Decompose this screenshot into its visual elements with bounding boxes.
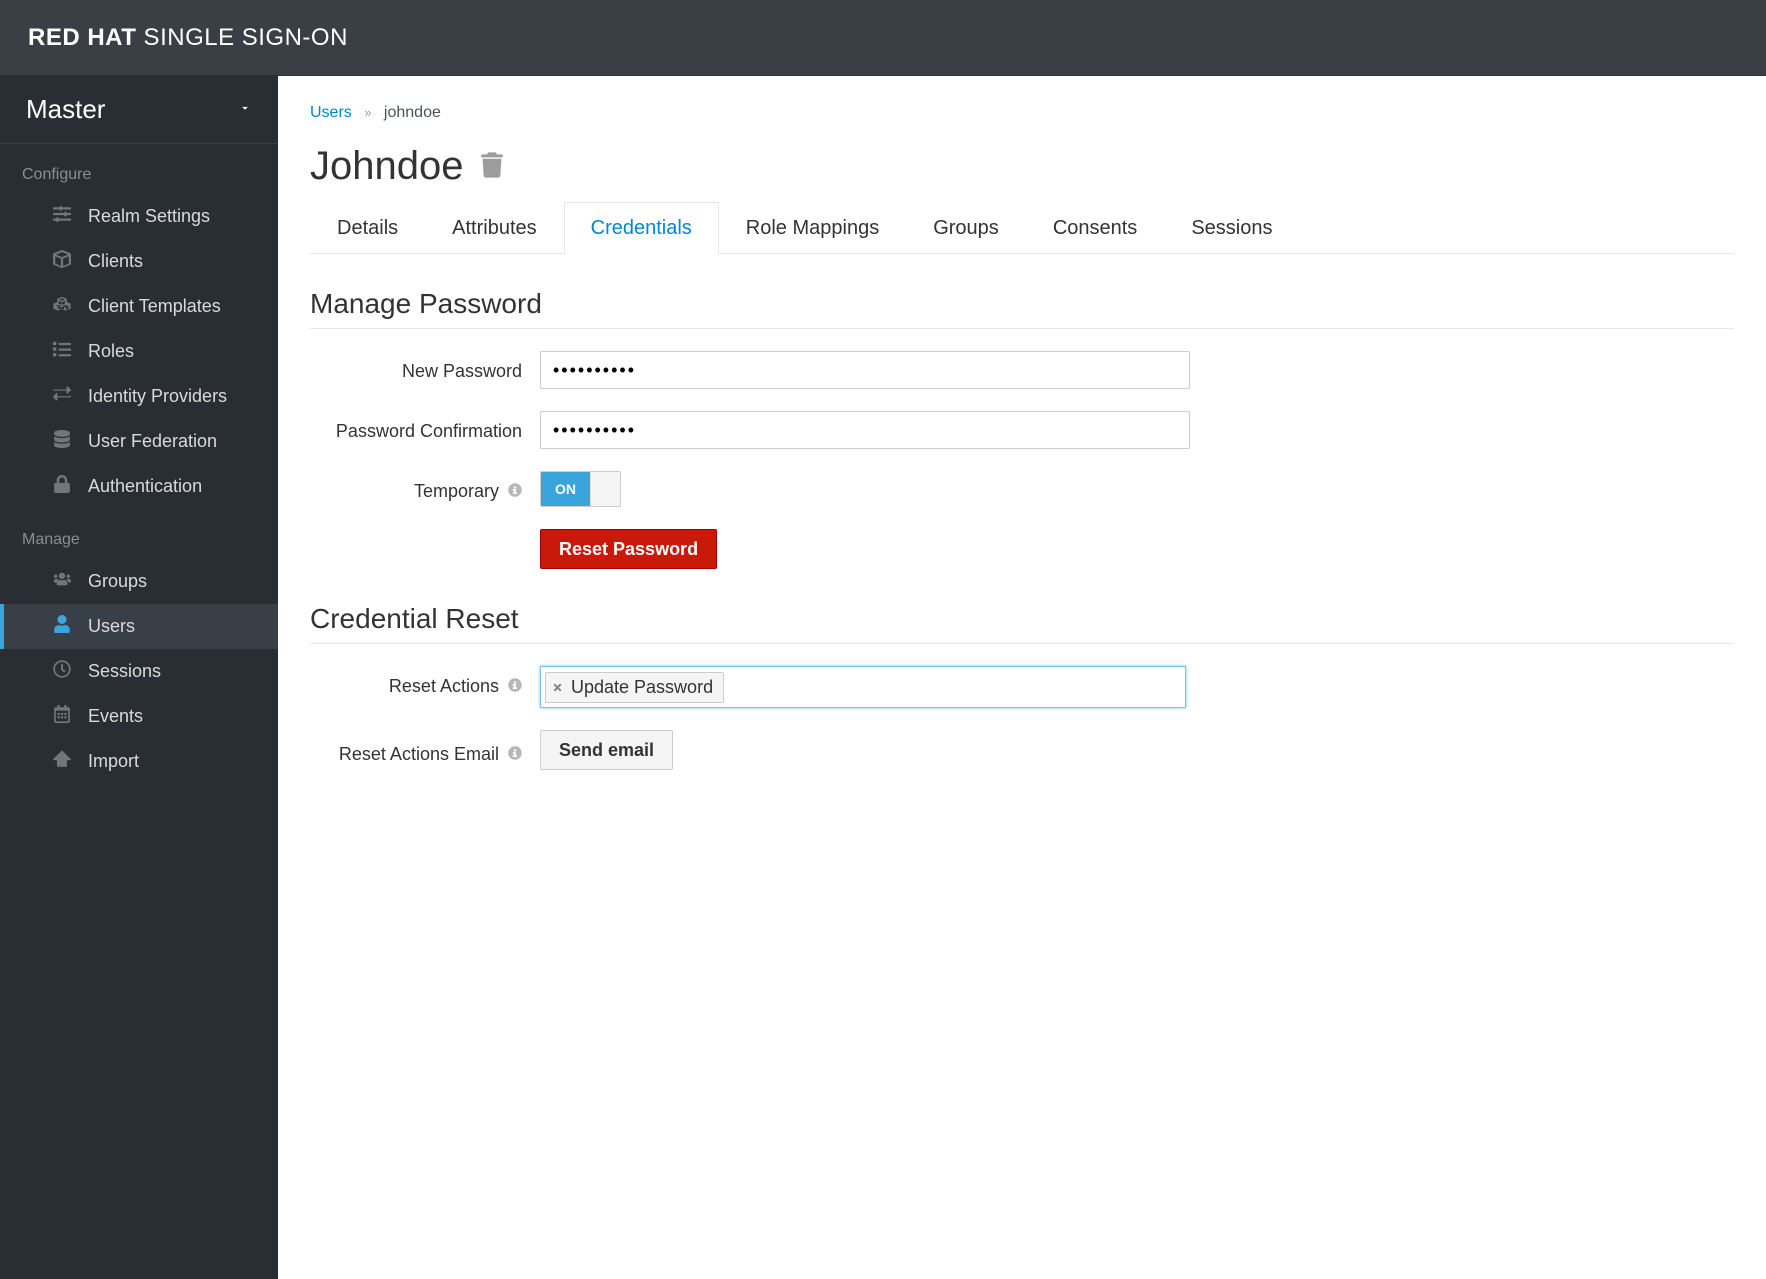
toggle-on-label: ON <box>541 472 590 506</box>
sidebar: Master Configure Realm Settings Clients Cl… <box>0 76 278 1279</box>
sidebar-item-client-templates[interactable]: Client Templates <box>0 284 278 329</box>
tab-sessions[interactable]: Sessions <box>1164 202 1299 254</box>
cube-icon <box>52 250 72 273</box>
password-confirmation-label: Password Confirmation <box>310 411 540 442</box>
tab-details[interactable]: Details <box>310 202 425 254</box>
sidebar-section-manage: Manage <box>0 509 278 559</box>
exchange-icon <box>52 385 72 408</box>
sidebar-item-label: Clients <box>88 251 143 272</box>
help-icon[interactable] <box>508 746 522 760</box>
tab-groups[interactable]: Groups <box>906 202 1026 254</box>
reset-actions-email-label: Reset Actions Email <box>339 744 499 764</box>
tag-remove-button[interactable] <box>552 682 563 693</box>
lock-icon <box>52 475 72 498</box>
reset-password-button[interactable]: Reset Password <box>540 529 717 569</box>
users-icon <box>52 570 72 593</box>
sidebar-item-realm-settings[interactable]: Realm Settings <box>0 194 278 239</box>
new-password-input[interactable] <box>540 351 1190 389</box>
sidebar-item-events[interactable]: Events <box>0 694 278 739</box>
tab-attributes[interactable]: Attributes <box>425 202 563 254</box>
sidebar-item-import[interactable]: Import <box>0 739 278 784</box>
sliders-icon <box>52 205 72 228</box>
content: Users » johndoe Johndoe DetailsAttribute… <box>278 76 1766 1279</box>
sidebar-section-configure: Configure <box>0 144 278 194</box>
breadcrumb-separator-icon: » <box>364 105 371 120</box>
sidebar-item-label: Authentication <box>88 476 202 497</box>
chevron-down-icon <box>238 101 252 118</box>
reset-actions-label: Reset Actions <box>389 676 499 696</box>
realm-name: Master <box>26 94 105 125</box>
sidebar-item-label: Identity Providers <box>88 386 227 407</box>
temporary-label: Temporary <box>414 481 499 501</box>
temporary-toggle[interactable]: ON <box>540 471 621 507</box>
list-icon <box>52 340 72 363</box>
help-icon[interactable] <box>508 678 522 692</box>
calendar-icon <box>52 705 72 728</box>
page-title: Johndoe <box>310 144 463 189</box>
breadcrumb: Users » johndoe <box>310 104 1734 122</box>
topbar: RED HAT SINGLE SIGN-ON <box>0 0 1766 76</box>
cubes-icon <box>52 295 72 318</box>
new-password-label: New Password <box>310 351 540 382</box>
reset-action-tag: Update Password <box>545 672 724 703</box>
sidebar-item-label: Roles <box>88 341 134 362</box>
breadcrumb-parent-link[interactable]: Users <box>310 104 352 121</box>
tab-role-mappings[interactable]: Role Mappings <box>719 202 906 254</box>
sidebar-item-sessions[interactable]: Sessions <box>0 649 278 694</box>
section-credential-reset: Credential Reset <box>310 603 1734 644</box>
sidebar-item-groups[interactable]: Groups <box>0 559 278 604</box>
reset-actions-input[interactable]: Update Password <box>540 666 1186 708</box>
delete-user-button[interactable] <box>481 152 503 181</box>
sidebar-item-clients[interactable]: Clients <box>0 239 278 284</box>
import-icon <box>52 750 72 773</box>
sidebar-item-user-federation[interactable]: User Federation <box>0 419 278 464</box>
section-manage-password: Manage Password <box>310 288 1734 329</box>
sidebar-item-roles[interactable]: Roles <box>0 329 278 374</box>
database-icon <box>52 430 72 453</box>
tabs: DetailsAttributesCredentialsRole Mapping… <box>310 201 1734 254</box>
trash-icon <box>481 152 503 178</box>
help-icon[interactable] <box>508 483 522 497</box>
sidebar-item-users[interactable]: Users <box>0 604 278 649</box>
sidebar-item-label: Groups <box>88 571 147 592</box>
sidebar-item-label: Events <box>88 706 143 727</box>
realm-selector[interactable]: Master <box>0 76 278 144</box>
sidebar-item-identity-providers[interactable]: Identity Providers <box>0 374 278 419</box>
sidebar-item-label: Sessions <box>88 661 161 682</box>
user-icon <box>52 615 72 638</box>
sidebar-item-label: Client Templates <box>88 296 221 317</box>
tab-consents[interactable]: Consents <box>1026 202 1165 254</box>
brand-logo: RED HAT SINGLE SIGN-ON <box>28 24 348 52</box>
breadcrumb-current: johndoe <box>384 104 441 121</box>
sidebar-item-authentication[interactable]: Authentication <box>0 464 278 509</box>
tab-credentials[interactable]: Credentials <box>564 202 719 254</box>
sidebar-item-label: Realm Settings <box>88 206 210 227</box>
sidebar-item-label: User Federation <box>88 431 217 452</box>
sidebar-item-label: Users <box>88 616 135 637</box>
toggle-knob <box>590 472 620 506</box>
password-confirmation-input[interactable] <box>540 411 1190 449</box>
tag-label: Update Password <box>571 677 713 698</box>
send-email-button[interactable]: Send email <box>540 730 673 770</box>
sidebar-item-label: Import <box>88 751 139 772</box>
clock-icon <box>52 660 72 683</box>
